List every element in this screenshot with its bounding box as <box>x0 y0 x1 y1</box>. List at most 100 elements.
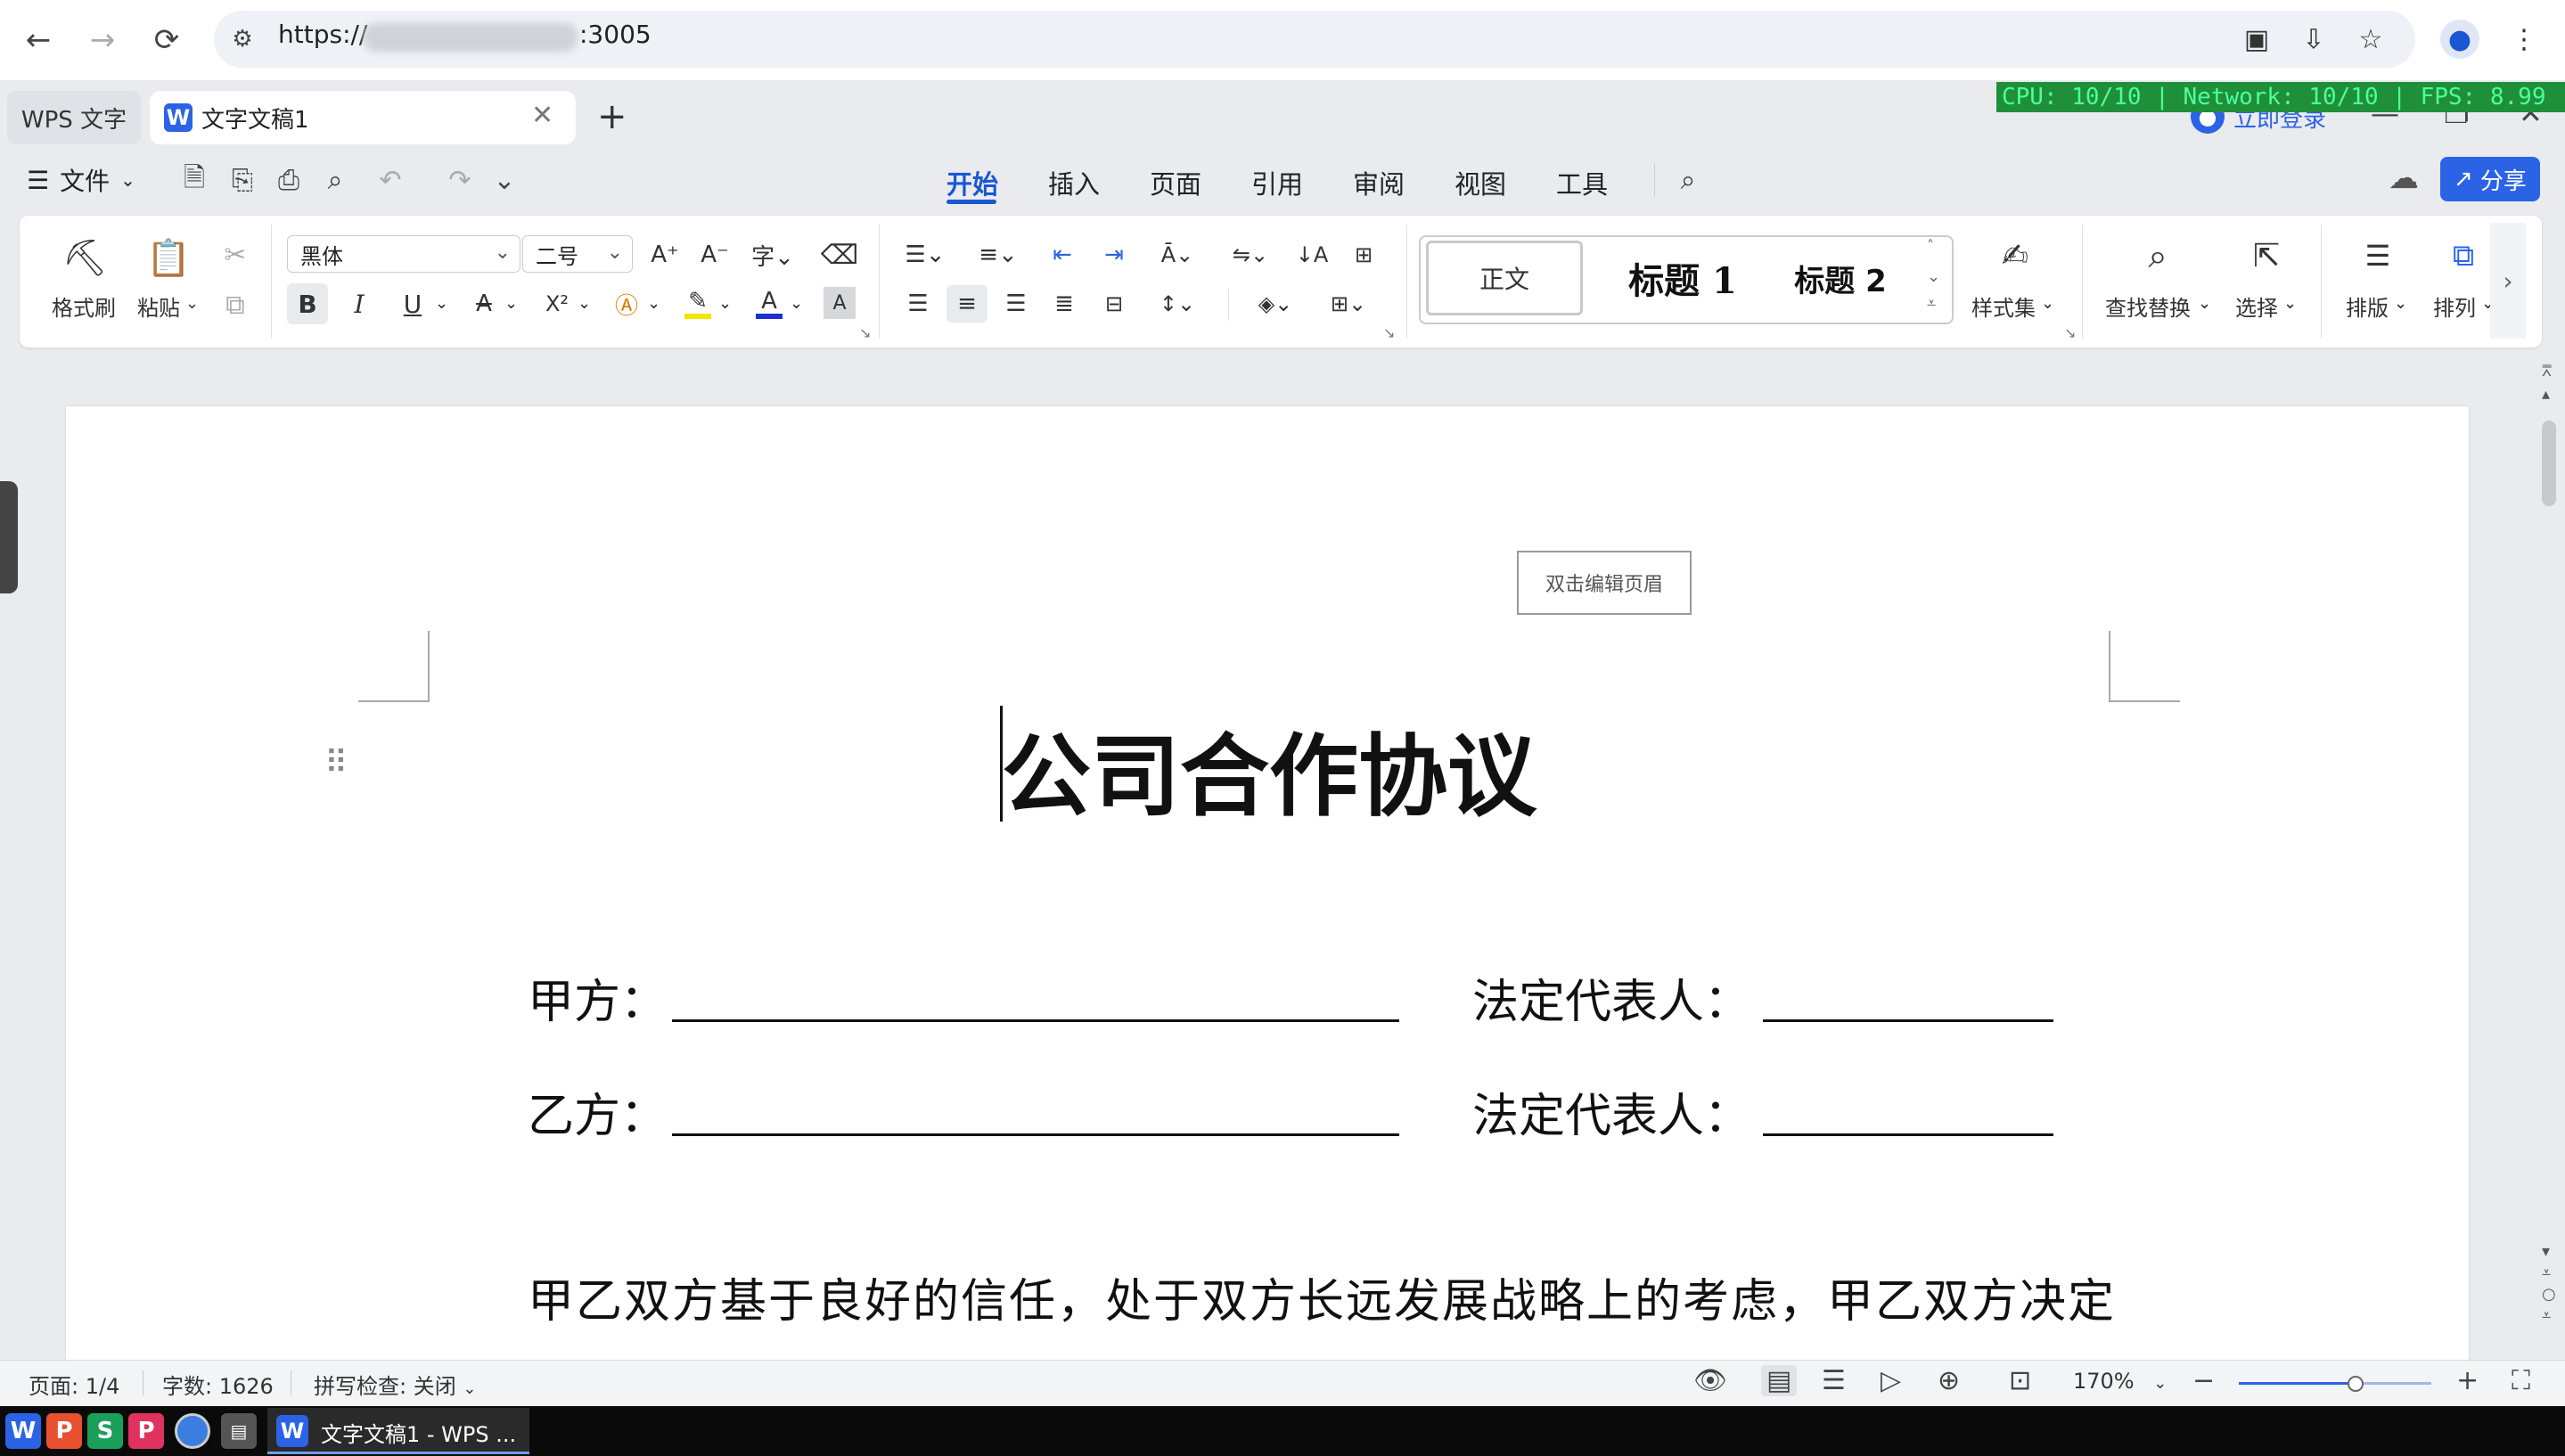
wps-app-tab[interactable]: WPS 文字 <box>7 91 141 144</box>
text-direction-icon[interactable]: Ā⌄ <box>1150 237 1205 273</box>
gallery-up-icon[interactable]: ˄ <box>1927 237 1934 254</box>
tab-tools[interactable]: 工具 <box>1556 164 1608 201</box>
file-menu[interactable]: ☰ 文件 ⌄ <box>27 162 135 198</box>
chinese-layout-icon[interactable]: ⇋⌄ <box>1223 237 1278 273</box>
shading-icon[interactable]: ◈⌄ <box>1248 285 1303 323</box>
style-normal[interactable]: 正文 <box>1426 241 1583 315</box>
tab-home[interactable]: 开始 <box>947 164 998 201</box>
chevron-down-icon[interactable]: ⌄ <box>435 294 448 313</box>
more-quick-actions-icon[interactable]: ⌄ <box>487 162 522 198</box>
decrease-indent-icon[interactable]: ⇤ <box>1045 237 1080 273</box>
underline-button[interactable]: U <box>392 283 433 324</box>
chevron-down-icon[interactable]: ⌄ <box>2198 294 2211 313</box>
style-heading-2[interactable]: 标题 2 <box>1774 241 1907 315</box>
party-a-blank[interactable] <box>672 1019 1399 1022</box>
site-info-icon[interactable]: ⚙ <box>226 23 258 55</box>
scroll-up-icon[interactable]: ▴ <box>2542 385 2550 404</box>
chevron-down-icon[interactable]: ⌄ <box>718 294 732 313</box>
vertical-scrollbar-thumb[interactable] <box>2542 421 2556 506</box>
layout-label[interactable]: 排版 <box>2346 290 2389 322</box>
taskbar-tool-icon[interactable]: ▤ <box>221 1413 257 1449</box>
side-panel-toggle[interactable] <box>0 481 18 593</box>
tab-insert[interactable]: 插入 <box>1048 164 1100 201</box>
font-color-icon[interactable]: A <box>749 283 790 324</box>
copy-icon[interactable]: ⧉ <box>217 287 253 323</box>
text-effect-icon[interactable]: Ⓐ <box>606 283 647 324</box>
justify-icon[interactable]: ≣ <box>1046 285 1082 323</box>
scroll-top-icon[interactable]: ⩞ <box>2542 362 2552 380</box>
chevron-down-icon[interactable]: ⌄ <box>504 294 518 313</box>
tab-review[interactable]: 审阅 <box>1353 164 1405 201</box>
redo-icon[interactable]: ↷ <box>442 162 478 198</box>
zoom-slider-handle[interactable] <box>2348 1376 2364 1392</box>
profile-icon[interactable]: ● <box>2440 20 2479 59</box>
arrange-icon[interactable]: ⧉ <box>2442 233 2485 278</box>
browser-menu-icon[interactable]: ⋮ <box>2504 20 2544 59</box>
zoom-out-icon[interactable]: − <box>2192 1365 2215 1396</box>
paste-icon[interactable]: 📋 <box>146 235 191 280</box>
gallery-more-icon[interactable]: ⩡ <box>1927 294 1936 313</box>
spell-check-toggle[interactable]: 拼写检查: 关闭 ⌄ <box>314 1369 476 1400</box>
bookmark-star-icon[interactable]: ☆ <box>2351 20 2390 59</box>
style-set-label[interactable]: 样式集 <box>1971 290 2036 322</box>
format-painter-label[interactable]: 格式刷 <box>52 290 116 322</box>
save-icon[interactable]: 🗎 <box>176 162 212 198</box>
font-size-select[interactable]: 二号 ⌄ <box>522 235 633 273</box>
reading-mode-icon[interactable]: 👁 <box>1693 1365 1727 1396</box>
chevron-down-icon[interactable]: ⌄ <box>2394 294 2407 313</box>
arrange-label[interactable]: 排列 <box>2433 290 2476 322</box>
chevron-down-icon[interactable]: ⌄ <box>2041 294 2054 313</box>
back-icon[interactable]: ← <box>18 20 59 61</box>
taskbar-wps-writer-icon[interactable]: W <box>5 1413 41 1449</box>
document-page[interactable] <box>66 406 2469 1369</box>
web-view-icon[interactable]: ⊕ <box>1938 1365 1960 1396</box>
gallery-down-icon[interactable]: ⌄ <box>1927 267 1940 286</box>
clear-format-icon[interactable]: ⌫ <box>821 237 858 273</box>
play-icon[interactable]: ▷ <box>1881 1365 1901 1396</box>
share-button[interactable]: ↗ 分享 <box>2440 157 2540 201</box>
superscript-button[interactable]: X² <box>537 283 578 324</box>
chevron-down-icon[interactable]: ⌄ <box>2283 294 2297 313</box>
paste-label[interactable]: 粘贴 <box>137 290 180 322</box>
party-b-legal-rep-blank[interactable] <box>1763 1133 2053 1136</box>
align-right-icon[interactable]: ☰ <box>998 285 1034 323</box>
find-replace-icon[interactable]: ⌕ <box>2135 233 2180 278</box>
tab-page[interactable]: 页面 <box>1150 164 1201 201</box>
zoom-in-icon[interactable]: + <box>2456 1365 2479 1396</box>
prev-page-icon[interactable]: ⩡ <box>2542 1264 2551 1282</box>
phonetic-guide-icon[interactable]: 字⌄ <box>747 237 799 273</box>
bullet-list-icon[interactable]: ☰⌄ <box>900 237 950 273</box>
font-dialog-launcher-icon[interactable]: ↘ <box>859 324 871 341</box>
taskbar-browser-icon[interactable] <box>175 1413 210 1449</box>
export-pdf-icon[interactable]: ⎘ <box>225 162 260 198</box>
taskbar-wps-presentation-icon[interactable]: P <box>46 1413 82 1449</box>
tab-view[interactable]: 视图 <box>1455 164 1506 201</box>
align-center-icon[interactable]: ≡ <box>947 285 987 323</box>
chevron-down-icon[interactable]: ⌄ <box>185 294 199 313</box>
paragraph-dialog-launcher-icon[interactable]: ↘ <box>1383 324 1395 341</box>
zoom-level-select[interactable]: 170% ⌄ <box>2073 1369 2167 1394</box>
scroll-down-icon[interactable]: ▾ <box>2542 1242 2550 1261</box>
taskbar-wps-pdf-icon[interactable]: P <box>128 1413 164 1449</box>
taskbar-wps-spreadsheet-icon[interactable]: S <box>87 1413 123 1449</box>
ribbon-scroll-right-icon[interactable]: › <box>2490 223 2526 339</box>
highlight-icon[interactable]: ✎ <box>677 283 718 324</box>
new-tab-icon[interactable]: + <box>597 96 627 137</box>
strikethrough-button[interactable]: A <box>463 283 504 324</box>
increase-font-size-icon[interactable]: A⁺ <box>647 237 683 273</box>
numbered-list-icon[interactable]: ≡⌄ <box>973 237 1023 273</box>
print-preview-icon[interactable]: ⌕ <box>317 162 353 198</box>
style-set-icon[interactable]: ✍ <box>1993 233 2037 278</box>
tab-references[interactable]: 引用 <box>1251 164 1303 201</box>
align-left-icon[interactable]: ☰ <box>900 285 936 323</box>
document-title[interactable]: 公司合作协议 <box>1002 704 1537 833</box>
format-painter-icon[interactable]: ⛏ <box>59 235 111 280</box>
page-indicator[interactable]: 页面: 1/4 <box>29 1369 119 1400</box>
party-b-blank[interactable] <box>672 1133 1399 1136</box>
styles-dialog-launcher-icon[interactable]: ↘ <box>2064 324 2076 341</box>
body-paragraph[interactable]: 甲乙双方基于良好的信任，处于双方长远发展战略上的考虑，甲乙双方决定 <box>528 1264 2116 1330</box>
show-marks-icon[interactable]: ⊞ <box>1346 237 1381 273</box>
reload-icon[interactable]: ⟳ <box>146 20 187 61</box>
find-replace-label[interactable]: 查找替换 <box>2105 290 2191 322</box>
edit-header-hint[interactable]: 双击编辑页眉 <box>1517 551 1692 615</box>
